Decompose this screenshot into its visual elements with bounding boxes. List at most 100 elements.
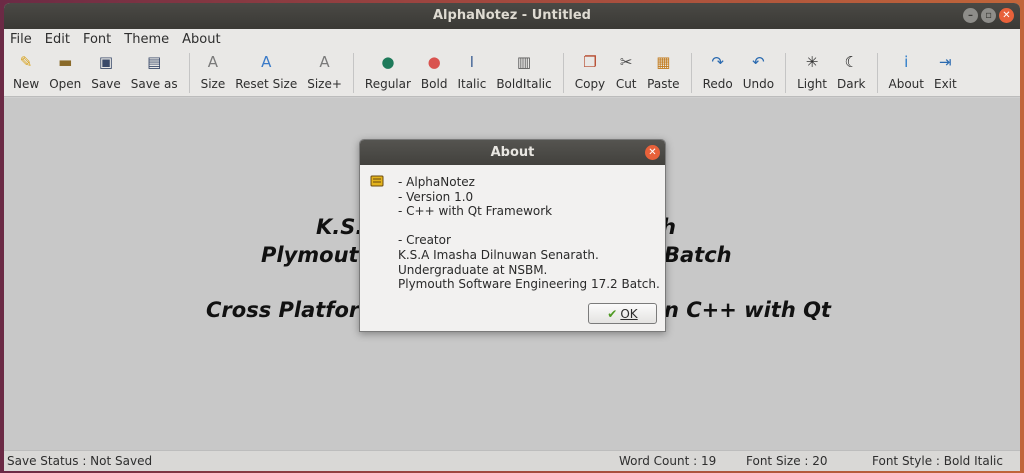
size-increase-icon: A: [319, 53, 330, 71]
font-size-status: Font Size : 20: [746, 454, 828, 468]
moon-icon: ☾: [844, 53, 858, 71]
dialog-text-line: - C++ with Qt Framework: [398, 204, 553, 219]
title-bar: AlphaNotez - Untitled – ▫ ✕: [4, 3, 1020, 29]
open-folder-icon: ▬: [58, 53, 73, 71]
font-style-status: Font Style : Bold Italic: [872, 454, 1003, 468]
toolbar-separator: [562, 53, 564, 93]
toolbar-group: A Size A Reset Size A Size+: [196, 52, 347, 91]
toolbar-group: ● Regular ● Bold I Italic ▥ BoldItalic: [360, 52, 557, 91]
redo-button[interactable]: ↷ Redo: [698, 52, 738, 91]
toolbar-button-label: Copy: [574, 77, 606, 91]
window-close-icon[interactable]: ✕: [999, 8, 1014, 23]
dialog-text-line: Plymouth Software Engineering 17.2 Batch…: [398, 277, 660, 292]
sun-icon: ✳: [805, 53, 819, 71]
undo-arrow-icon: ↶: [752, 53, 765, 71]
dark-button[interactable]: ☾ Dark: [832, 52, 870, 91]
bold-italic-icon: ▥: [516, 53, 532, 71]
about-dialog: About ✕ - AlphaNotez - Version 1.0- C++ w…: [359, 139, 666, 332]
save-status: Save Status : Not Saved: [7, 454, 153, 468]
dialog-text-line: [398, 219, 660, 234]
menu-theme[interactable]: Theme: [124, 32, 169, 47]
undo-button[interactable]: ↶ Undo: [738, 52, 779, 91]
toolbar-separator: [876, 53, 878, 93]
minimize-icon[interactable]: –: [963, 8, 978, 23]
menu-about[interactable]: About: [182, 32, 220, 47]
menu-font[interactable]: Font: [83, 32, 111, 47]
toolbar-button-label: Cut: [615, 77, 637, 91]
dialog-message: - AlphaNotez - Version 1.0- C++ with Qt F…: [398, 175, 660, 292]
toolbar-button-label: Save: [91, 77, 121, 91]
toolbar-button-label: Regular: [364, 77, 411, 91]
dialog-text-line: - AlphaNotez: [398, 175, 475, 189]
paste-button[interactable]: ▦ Paste: [642, 52, 684, 91]
bolditalic-button[interactable]: ▥ BoldItalic: [491, 52, 556, 91]
toolbar-group: ✎ New ▬ Open ▣ Save ▤ Save as: [8, 52, 183, 91]
exit-door-icon: ⇥: [939, 53, 952, 71]
toolbar: ✎ New ▬ Open ▣ Save ▤ Save as A Size A Reset Size A S…: [4, 49, 1020, 97]
scissors-icon: ✂: [619, 53, 633, 71]
save-as-icon: ▤: [147, 53, 162, 71]
paste-icon: ▦: [656, 53, 671, 71]
word-count: Word Count : 19: [619, 454, 717, 468]
toolbar-button-label: Save as: [130, 77, 178, 91]
toolbar-button-label: Italic: [457, 77, 487, 91]
save-disk-icon: ▣: [98, 53, 114, 71]
regular-button[interactable]: ● Regular: [360, 52, 416, 91]
light-button[interactable]: ✳ Light: [792, 52, 832, 91]
dialog-text-line: K.S.A Imasha Dilnuwan Senarath.: [398, 247, 599, 262]
italic-font-icon: I: [469, 53, 475, 71]
dialog-body: - AlphaNotez - Version 1.0- C++ with Qt F…: [360, 165, 665, 331]
regular-font-icon: ●: [381, 53, 395, 71]
save-button[interactable]: ▣ Save: [86, 52, 125, 91]
open-button[interactable]: ▬ Open: [44, 52, 86, 91]
toolbar-button-label: BoldItalic: [496, 77, 552, 91]
bold-button[interactable]: ● Bold: [416, 52, 453, 91]
copy-button[interactable]: ❐ Copy: [570, 52, 610, 91]
ok-button-label: OK: [620, 306, 638, 321]
toolbar-button-label: Paste: [647, 77, 680, 91]
dialog-text-line: Undergraduate at NSBM.: [398, 262, 548, 277]
menu-edit[interactable]: Edit: [45, 32, 70, 47]
italic-button[interactable]: I Italic: [452, 52, 491, 91]
menu-file[interactable]: File: [10, 32, 32, 47]
exit-button[interactable]: ⇥ Exit: [929, 52, 962, 91]
cut-button[interactable]: ✂ Cut: [610, 52, 642, 91]
toolbar-button-label: Exit: [933, 77, 957, 91]
dialog-close-icon[interactable]: ✕: [645, 145, 660, 160]
window-title: AlphaNotez - Untitled: [433, 8, 591, 23]
menu-bar: File Edit Font Theme About: [4, 29, 1020, 49]
toolbar-separator: [785, 53, 787, 93]
status-bar: Save Status : Not Saved Word Count : 19 …: [4, 450, 1020, 471]
maximize-icon[interactable]: ▫: [981, 8, 996, 23]
checkmark-icon: ✔: [607, 306, 618, 321]
window-controls: – ▫ ✕: [963, 8, 1014, 23]
toolbar-button-label: Open: [49, 77, 82, 91]
dialog-text-line: - Creator: [398, 233, 451, 248]
toolbar-button-label: Light: [797, 77, 828, 91]
copy-icon: ❐: [583, 53, 597, 71]
toolbar-button-label: Reset Size: [235, 77, 298, 91]
reset-size-button[interactable]: A Reset Size: [230, 52, 302, 91]
toolbar-group: ↷ Redo ↶ Undo: [698, 52, 780, 91]
reset-size-icon: A: [261, 53, 272, 71]
about-button[interactable]: i About: [884, 52, 929, 91]
new-button[interactable]: ✎ New: [8, 52, 44, 91]
dialog-title-bar: About ✕: [360, 140, 665, 165]
toolbar-group: ✳ Light ☾ Dark: [792, 52, 870, 91]
size-plus-button[interactable]: A Size+: [302, 52, 347, 91]
toolbar-button-label: Dark: [837, 77, 866, 91]
toolbar-button-label: Bold: [420, 77, 448, 91]
dialog-title: About: [490, 145, 535, 160]
new-file-icon: ✎: [19, 53, 33, 71]
toolbar-button-label: Size: [200, 77, 226, 91]
toolbar-button-label: Redo: [702, 77, 733, 91]
app-notebook-icon: [370, 175, 384, 191]
size-button[interactable]: A Size: [196, 52, 231, 91]
info-icon: i: [904, 53, 909, 71]
ok-button[interactable]: ✔ OK: [588, 303, 657, 324]
toolbar-button-label: Size+: [307, 77, 342, 91]
save-as-button[interactable]: ▤ Save as: [126, 52, 183, 91]
toolbar-button-label: New: [13, 77, 40, 91]
redo-arrow-icon: ↷: [711, 53, 724, 71]
bold-font-icon: ●: [427, 53, 441, 71]
